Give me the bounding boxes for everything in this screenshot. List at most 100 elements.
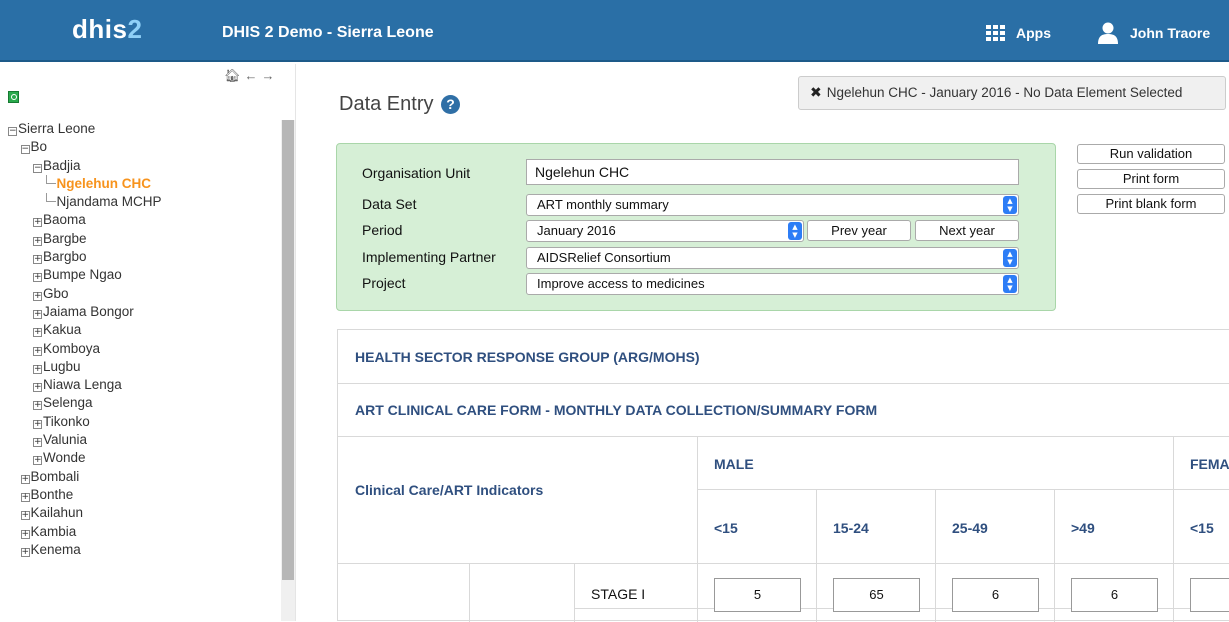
arrow-left-icon[interactable]: ←	[245, 68, 262, 83]
org-unit-field[interactable]: Ngelehun CHC	[526, 159, 1019, 185]
tree-item-label[interactable]: Njandama MCHP	[57, 194, 162, 209]
tree-item-label[interactable]: Kailahun	[31, 505, 84, 520]
tree-item-label[interactable]: Lugbu	[43, 359, 81, 374]
tree-item[interactable]: +Tikonko	[0, 413, 282, 431]
tree-item[interactable]: +Kenema	[0, 541, 282, 559]
tree-item-label[interactable]: Kenema	[31, 542, 81, 557]
tree-item[interactable]: +Kailahun	[0, 504, 282, 522]
run-validation-button[interactable]: Run validation	[1077, 144, 1225, 164]
tree-item-label[interactable]: Jaiama Bongor	[43, 304, 134, 319]
tree-item-label[interactable]: Kambia	[31, 524, 77, 539]
next-year-button[interactable]: Next year	[915, 220, 1019, 241]
arrow-right-icon[interactable]: →	[262, 68, 279, 83]
tree-item-label[interactable]: Bargbe	[43, 231, 87, 246]
expand-icon[interactable]: +	[33, 419, 42, 429]
tree-item[interactable]: −Sierra Leone	[0, 120, 282, 138]
expand-icon[interactable]: +	[33, 328, 42, 338]
stage-i-male-gt49-input[interactable]: 6	[1071, 578, 1158, 612]
expand-icon[interactable]: +	[20, 492, 30, 502]
tree-item-label[interactable]: Komboya	[43, 341, 100, 356]
tree-item[interactable]: +Valunia	[0, 431, 282, 449]
expand-icon[interactable]: +	[33, 346, 42, 356]
collapse-icon[interactable]: −	[8, 127, 17, 136]
tree-item[interactable]: +Bombali	[0, 468, 282, 486]
tree-item-label[interactable]: Bombali	[31, 469, 80, 484]
tree-item[interactable]: +Gbo	[0, 285, 282, 303]
expand-icon[interactable]: +	[33, 364, 42, 374]
home-icon[interactable]: 🏠︎	[224, 68, 245, 83]
tree-item[interactable]: +Kambia	[0, 523, 282, 541]
stage-i-male-lt15-input[interactable]: 5	[714, 578, 801, 612]
expand-icon[interactable]: +	[20, 474, 30, 484]
tree-item-label[interactable]: Baoma	[43, 212, 86, 227]
stage-i-male-25-49-input[interactable]: 6	[952, 578, 1039, 612]
tree-item-label[interactable]: Wonde	[43, 450, 86, 465]
tree-item[interactable]: +Bumpe Ngao	[0, 266, 282, 284]
expand-icon[interactable]: +	[20, 529, 30, 539]
period-select[interactable]: January 2016 ▲ ▼	[526, 220, 804, 242]
tree-item-label[interactable]: Badjia	[43, 158, 81, 173]
expand-icon[interactable]: +	[33, 236, 42, 246]
prev-year-button[interactable]: Prev year	[807, 220, 911, 241]
tree-item-label[interactable]: Gbo	[43, 286, 69, 301]
tree-item[interactable]: +Jaiama Bongor	[0, 303, 282, 321]
tree-item[interactable]: +Lugbu	[0, 358, 282, 376]
tree-item-label[interactable]: Kakua	[43, 322, 81, 337]
data-set-select[interactable]: ART monthly summary ▲ ▼	[526, 194, 1019, 216]
tree-item-label[interactable]: Tikonko	[43, 414, 90, 429]
tree-item-label[interactable]: Niawa Lenga	[43, 377, 122, 392]
tree-item[interactable]: +Bargbe	[0, 230, 282, 248]
tree-item[interactable]: +Bargbo	[0, 248, 282, 266]
collapse-icon[interactable]: −	[20, 145, 30, 155]
tree-item[interactable]: Njandama MCHP	[0, 193, 282, 211]
expand-icon[interactable]: +	[33, 401, 42, 411]
dhis2-logo[interactable]: dhis2	[72, 14, 142, 45]
search-icon[interactable]	[8, 91, 19, 103]
help-icon[interactable]: ?	[441, 95, 461, 114]
user-menu-button[interactable]: John Traore	[1098, 20, 1210, 46]
collapse-icon[interactable]: −	[33, 163, 42, 173]
tree-item-label[interactable]: Bumpe Ngao	[43, 267, 122, 282]
apps-menu-button[interactable]: Apps	[986, 22, 1051, 44]
tree-item[interactable]: +Bonthe	[0, 486, 282, 504]
female-header: FEMA	[1190, 456, 1229, 472]
print-blank-form-button[interactable]: Print blank form	[1077, 194, 1225, 214]
tree-item-label[interactable]: Bargbo	[43, 249, 87, 264]
top-header: dhis2 DHIS 2 Demo - Sierra Leone Apps Jo…	[0, 0, 1229, 62]
tree-item[interactable]: +Wonde	[0, 449, 282, 467]
expand-icon[interactable]: +	[33, 383, 42, 393]
age-header-gt49-male: >49	[1071, 520, 1095, 536]
close-icon[interactable]: ✖	[810, 85, 822, 101]
expand-icon[interactable]: +	[33, 456, 42, 466]
tree-item-label[interactable]: Selenga	[43, 395, 93, 410]
expand-icon[interactable]: +	[20, 511, 30, 521]
tree-item[interactable]: +Komboya	[0, 340, 282, 358]
tree-item[interactable]: Ngelehun CHC	[0, 174, 282, 193]
stage-i-male-15-24-input[interactable]: 65	[833, 578, 920, 612]
tree-item[interactable]: +Baoma	[0, 211, 282, 229]
tree-item[interactable]: +Selenga	[0, 394, 282, 412]
expand-icon[interactable]: +	[33, 273, 42, 283]
tree-item[interactable]: −Bo	[0, 138, 282, 156]
expand-icon[interactable]: +	[20, 547, 30, 557]
expand-icon[interactable]: +	[33, 291, 42, 301]
tree-item-label[interactable]: Ngelehun CHC	[57, 176, 152, 191]
tree-item-label[interactable]: Sierra Leone	[18, 121, 95, 136]
expand-icon[interactable]: +	[33, 255, 42, 265]
implementing-partner-label: Implementing Partner	[362, 249, 496, 265]
tree-item[interactable]: −Badjia	[0, 157, 282, 175]
implementing-partner-select[interactable]: AIDSRelief Consortium ▲ ▼	[526, 247, 1019, 269]
stage-i-female-lt15-input[interactable]: 6	[1190, 578, 1229, 612]
period-label: Period	[362, 222, 403, 238]
tree-item[interactable]: +Kakua	[0, 321, 282, 339]
tree-item-label[interactable]: Valunia	[43, 432, 87, 447]
tree-item[interactable]: +Niawa Lenga	[0, 376, 282, 394]
print-form-button[interactable]: Print form	[1077, 169, 1225, 189]
project-select[interactable]: Improve access to medicines ▲ ▼	[526, 273, 1019, 295]
tree-scrollbar-thumb[interactable]	[282, 120, 294, 580]
tree-item-label[interactable]: Bonthe	[31, 487, 74, 502]
expand-icon[interactable]: +	[33, 438, 42, 448]
tree-item-label[interactable]: Bo	[31, 139, 48, 154]
expand-icon[interactable]: +	[33, 309, 42, 319]
expand-icon[interactable]: +	[33, 218, 42, 228]
